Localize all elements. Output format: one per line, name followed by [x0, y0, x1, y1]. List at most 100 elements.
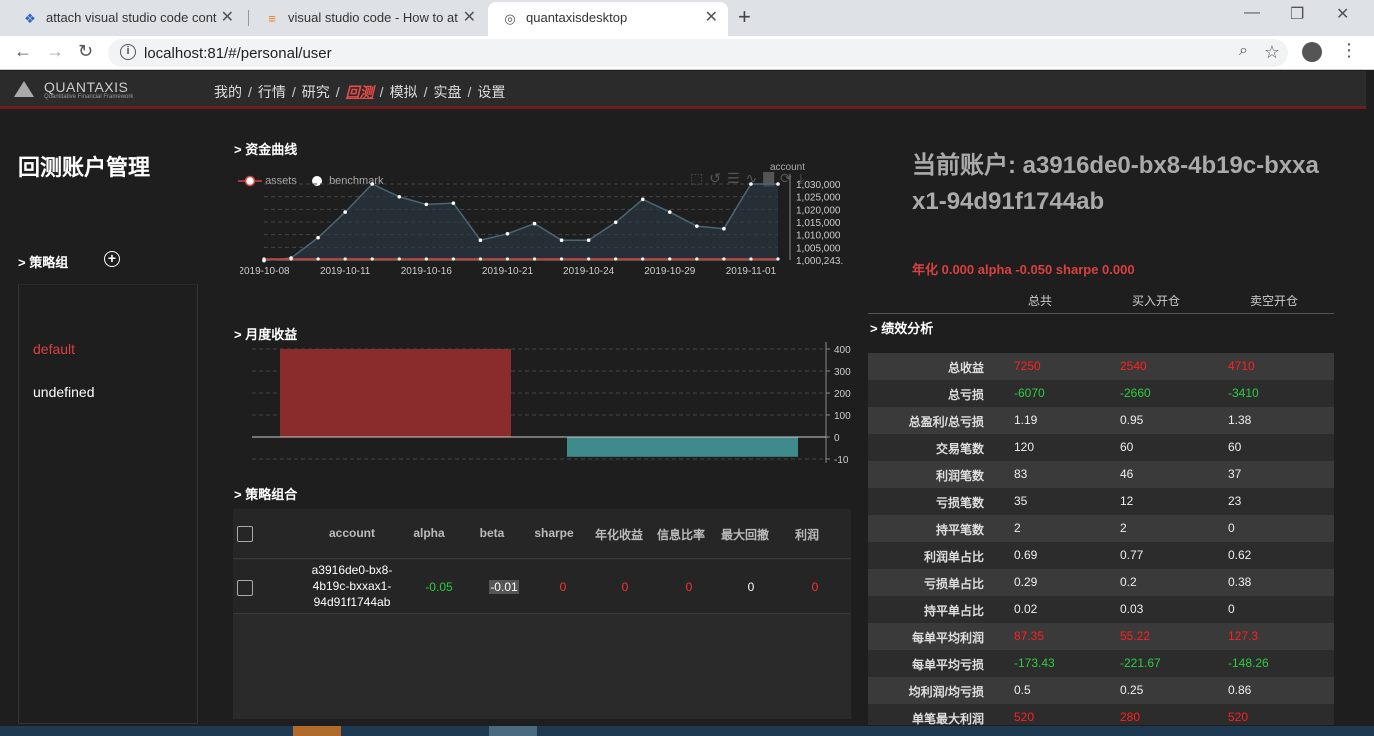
taskbar-app-icon[interactable]	[293, 726, 341, 736]
nav-separator: /	[291, 84, 296, 100]
nav-backtest[interactable]: 回测	[346, 82, 374, 102]
assets-point	[478, 257, 483, 261]
table-row[interactable]: a3916de0-bx8- 4b19c-bxxax1- 94d91f1744ab…	[233, 560, 851, 614]
perf-value: 1.38	[1228, 413, 1252, 427]
bookmark-star-icon[interactable]: ☆	[1264, 42, 1280, 63]
profile-avatar-icon[interactable]	[1302, 42, 1322, 62]
assets-point	[289, 257, 293, 261]
table-header-row: account alpha beta sharpe 年化收益 信息比率 最大回撤…	[233, 509, 851, 559]
forward-icon[interactable]: →	[46, 41, 64, 62]
monthly-returns-heading: > 月度收益	[234, 327, 298, 342]
perf-value: 60	[1228, 440, 1242, 454]
reload-icon[interactable]: ↻	[78, 41, 93, 62]
tab-divider	[248, 10, 249, 26]
benchmark-point	[424, 202, 429, 207]
url-input[interactable]: i localhost:81/#/personal/user ⌕ ☆	[108, 39, 1288, 67]
perf-row: 总亏损 -6070 -2660 -3410	[868, 380, 1334, 407]
col-alpha[interactable]: alpha	[403, 526, 455, 540]
perf-value: 520	[1228, 710, 1249, 724]
nav-live[interactable]: 实盘	[433, 82, 461, 102]
benchmark-point	[451, 201, 456, 205]
nav-separator: /	[467, 84, 472, 100]
perf-value: -3410	[1228, 386, 1259, 400]
nav-market[interactable]: 行情	[258, 82, 286, 102]
col-max-drawdown[interactable]: 最大回撤	[717, 526, 773, 543]
max-drawdown-cell: 0	[747, 580, 755, 594]
perf-row: 单笔最大利润 520 280 520	[868, 704, 1334, 725]
nav-mine[interactable]: 我的	[214, 82, 242, 102]
perf-value: 2	[1120, 521, 1127, 535]
assets-point	[343, 257, 347, 261]
nav-separator: /	[379, 84, 384, 100]
assets-point	[668, 257, 672, 261]
nav-settings[interactable]: 设置	[477, 82, 505, 102]
new-tab-icon[interactable]: +	[738, 4, 751, 30]
portfolio-table: account alpha beta sharpe 年化收益 信息比率 最大回撤…	[233, 509, 851, 719]
nav-simulation[interactable]: 模拟	[390, 82, 418, 102]
beta-cell: -0.01	[489, 580, 519, 594]
close-tab-icon[interactable]: ✕	[221, 2, 234, 34]
col-annual-return[interactable]: 年化收益	[591, 526, 647, 543]
perf-row-label: 单笔最大利润	[911, 712, 984, 725]
perf-value: 23	[1228, 494, 1242, 508]
close-window-icon[interactable]: ✕	[1336, 4, 1349, 24]
nav-research[interactable]: 研究	[302, 82, 330, 102]
os-taskbar	[0, 726, 1374, 736]
row-checkbox[interactable]	[237, 580, 253, 596]
perf-value: -173.43	[1014, 656, 1055, 670]
browser-tab-2[interactable]: ≡ visual studio code - How to at ✕	[250, 2, 486, 36]
perf-value: 0.95	[1120, 413, 1144, 427]
assets-point	[776, 257, 780, 261]
perf-col-long: 买入开仓	[1132, 294, 1181, 308]
y-tick-label: 1,030,000	[796, 180, 841, 191]
strategy-group-heading: > 策略组	[18, 255, 69, 270]
assets-point	[505, 257, 510, 261]
assets-point	[370, 257, 374, 261]
restore-icon[interactable]: ❐	[1290, 4, 1304, 24]
assets-point	[397, 257, 401, 261]
y-tick-label: 200	[834, 389, 851, 400]
perf-row: 每单平均利润 87.35 55.22 127.3	[868, 623, 1334, 650]
col-beta[interactable]: beta	[467, 526, 517, 540]
close-tab-icon[interactable]: ✕	[463, 2, 476, 34]
perf-row: 利润笔数 83 46 37	[868, 461, 1334, 488]
taskbar-app-icon[interactable]	[489, 726, 537, 736]
browser-menu-icon[interactable]: ⋮	[1340, 40, 1358, 61]
y-tick-label: 1,015,000	[796, 218, 841, 229]
back-icon[interactable]: ←	[14, 41, 32, 62]
col-info-ratio[interactable]: 信息比率	[653, 526, 709, 543]
zoom-icon[interactable]: ⌕	[1239, 42, 1248, 60]
paw-icon: ❖	[24, 11, 36, 26]
perf-row-label: 每单平均利润	[911, 631, 984, 645]
benchmark-point	[370, 182, 375, 186]
strategy-item-undefined[interactable]: undefined	[33, 384, 95, 400]
add-circle-icon[interactable]: +	[104, 251, 120, 267]
perf-row: 总盈利/总亏损 1.19 0.95 1.38	[868, 407, 1334, 434]
col-account[interactable]: account	[319, 526, 385, 540]
close-tab-icon[interactable]: ✕	[705, 2, 718, 34]
y-tick-label: 1,010,000	[796, 231, 841, 242]
browser-tab-3[interactable]: ◎ quantaxisdesktop ✕	[488, 2, 728, 36]
perf-value: 0.62	[1228, 548, 1252, 562]
benchmark-point	[640, 197, 645, 202]
x-tick-label: 2019-10-16	[401, 266, 453, 277]
perf-row-label: 交易笔数	[935, 442, 984, 456]
strategy-item-default[interactable]: default	[33, 341, 75, 357]
col-sharpe[interactable]: sharpe	[529, 526, 579, 540]
account-cell-line: 4b19c-bxxax1-	[312, 579, 392, 593]
benchmark-point	[559, 238, 564, 242]
account-cell: a3916de0-bx8- 4b19c-bxxax1- 94d91f1744ab	[305, 562, 399, 610]
benchmark-point	[722, 226, 726, 231]
y-tick-label: 300	[834, 367, 851, 378]
info-icon[interactable]: i	[120, 44, 136, 60]
y-tick-label: 100	[834, 411, 851, 422]
browser-tab-1[interactable]: ❖ attach visual studio code cont ✕	[8, 2, 244, 36]
alpha-cell: -0.05	[425, 580, 453, 594]
select-all-checkbox[interactable]	[237, 526, 253, 542]
bar-nov	[567, 437, 798, 457]
minimize-icon[interactable]: —	[1244, 4, 1260, 22]
col-profit[interactable]: 利润	[781, 526, 833, 543]
annual-return-cell: 0	[621, 580, 629, 594]
account-cell-line: 94d91f1744ab	[313, 595, 391, 609]
browser-tab-strip: ❖ attach visual studio code cont ✕ ≡ vis…	[0, 0, 1374, 36]
